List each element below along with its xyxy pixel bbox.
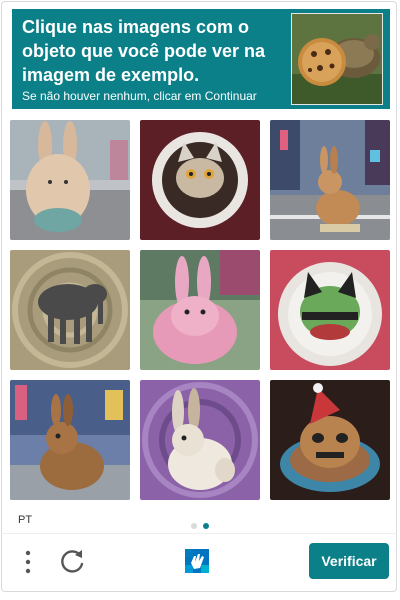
grid-tile[interactable]: [10, 120, 130, 240]
footer-divider: [1, 533, 397, 534]
challenge-header: Clique nas imagens com o objeto que você…: [12, 9, 390, 109]
grid-tile[interactable]: [270, 120, 390, 240]
grid-tile[interactable]: [140, 120, 260, 240]
challenge-prompt: Clique nas imagens com o objeto que você…: [22, 17, 266, 85]
verify-button[interactable]: Verificar: [309, 543, 389, 579]
grid-tile[interactable]: [140, 380, 260, 500]
page-dot-2-active: [203, 523, 209, 529]
page-dot-1: [191, 523, 197, 529]
grid-tile[interactable]: [270, 250, 390, 370]
challenge-instruction: Se não houver nenhum, clicar em Continua…: [22, 89, 257, 103]
grid-tile[interactable]: [140, 250, 260, 370]
grid-tile[interactable]: [10, 380, 130, 500]
grid-tile[interactable]: [270, 380, 390, 500]
language-selector[interactable]: PT: [18, 514, 32, 526]
page-indicator: [191, 516, 215, 534]
refresh-icon[interactable]: [58, 547, 88, 577]
grid-tile[interactable]: [10, 250, 130, 370]
vertical-dots-icon[interactable]: [18, 548, 38, 576]
example-image: [291, 13, 383, 105]
image-grid: [10, 120, 390, 500]
hcaptcha-hand-logo: [182, 546, 212, 576]
